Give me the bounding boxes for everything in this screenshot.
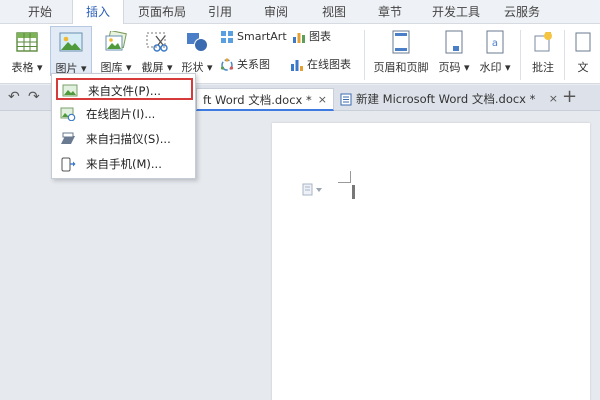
page-number-label: 页码 ▾: [438, 61, 470, 74]
redo-icon[interactable]: ↷: [28, 89, 40, 105]
table-icon: [16, 32, 38, 52]
table-button[interactable]: 表格 ▾: [8, 26, 46, 78]
smartart-button[interactable]: SmartArt: [220, 28, 287, 46]
scissors-icon: [146, 32, 168, 52]
document-tab-active[interactable]: ft Word 文档.docx * ×: [196, 88, 334, 111]
tab-start[interactable]: 开始: [18, 0, 62, 24]
ribbon-separator: [564, 30, 565, 80]
picture-button[interactable]: 图片 ▾: [50, 26, 92, 76]
relation-icon: [220, 58, 234, 71]
picture-dropdown-menu: 来自文件(P)... 在线图片(I)... 来自扫描仪(S)... 来自手机(M…: [51, 73, 196, 179]
ribbon-separator: [364, 30, 365, 80]
close-icon[interactable]: ×: [549, 88, 558, 110]
new-tab-icon[interactable]: +: [562, 86, 577, 107]
text-cursor: [352, 185, 355, 199]
tab-page-layout[interactable]: 页面布局: [130, 0, 194, 24]
page-number-icon: [445, 30, 463, 54]
word-doc-icon: [340, 93, 352, 106]
picture-file-icon: [62, 84, 78, 97]
document-page[interactable]: [272, 123, 590, 400]
paste-options-icon[interactable]: [302, 183, 328, 197]
comment-button[interactable]: 批注: [526, 26, 560, 78]
menu-item-from-scanner[interactable]: 来自扫描仪(S)...: [56, 128, 193, 150]
menu-item-online-picture[interactable]: 在线图片(I)...: [56, 103, 193, 125]
screenshot-button[interactable]: 截屏 ▾: [138, 26, 176, 78]
watermark-button[interactable]: a 水印 ▾: [476, 26, 514, 78]
chart-button[interactable]: 图表: [292, 28, 331, 46]
svg-text:a: a: [492, 38, 498, 49]
page-margin-corner: [338, 171, 351, 183]
phone-icon: [61, 157, 76, 172]
tab-view[interactable]: 视图: [312, 0, 356, 24]
menu-item-from-file[interactable]: 来自文件(P)...: [56, 78, 193, 100]
online-chart-icon: [291, 60, 303, 71]
close-icon[interactable]: ×: [318, 89, 327, 111]
header-footer-icon: [392, 30, 410, 54]
header-footer-label: 页眉和页脚: [373, 61, 429, 74]
tab-cloud[interactable]: 云服务: [496, 0, 548, 24]
scanner-icon: [61, 132, 75, 144]
online-picture-icon: [60, 107, 76, 121]
text-box-label: 文: [577, 61, 589, 74]
tab-chapter[interactable]: 章节: [368, 0, 412, 24]
tab-developer[interactable]: 开发工具: [424, 0, 488, 24]
shapes-button[interactable]: 形状 ▾: [178, 26, 216, 78]
header-footer-button[interactable]: 页眉和页脚: [370, 26, 432, 78]
ribbon-separator: [520, 30, 521, 80]
watermark-icon: a: [486, 30, 504, 54]
text-box-button[interactable]: 文: [568, 26, 598, 78]
gallery-icon: [105, 31, 127, 51]
menu-bar: 开始 插入 页面布局 引用 审阅 视图 章节 开发工具 云服务: [0, 0, 600, 25]
tab-references[interactable]: 引用: [200, 0, 240, 24]
picture-icon: [59, 32, 83, 52]
page-number-button[interactable]: 页码 ▾: [436, 26, 472, 78]
watermark-label: 水印 ▾: [479, 61, 511, 74]
document-tab[interactable]: 新建 Microsoft Word 文档.docx * ×: [336, 88, 564, 111]
table-label: 表格 ▾: [11, 61, 43, 74]
gallery-button[interactable]: 图库 ▾: [96, 26, 136, 78]
comment-icon: [534, 32, 552, 52]
smartart-icon: [221, 31, 233, 43]
comment-label: 批注: [532, 61, 554, 74]
menu-item-from-phone[interactable]: 来自手机(M)...: [56, 153, 193, 175]
text-box-icon: [575, 32, 591, 52]
tab-review[interactable]: 审阅: [254, 0, 298, 24]
shapes-icon: [187, 33, 208, 52]
undo-icon[interactable]: ↶: [8, 89, 20, 105]
tab-insert[interactable]: 插入: [72, 0, 124, 25]
relation-chart-button[interactable]: 关系图: [220, 56, 270, 74]
chart-icon: [293, 33, 305, 43]
online-chart-button[interactable]: 在线图表: [290, 56, 351, 74]
